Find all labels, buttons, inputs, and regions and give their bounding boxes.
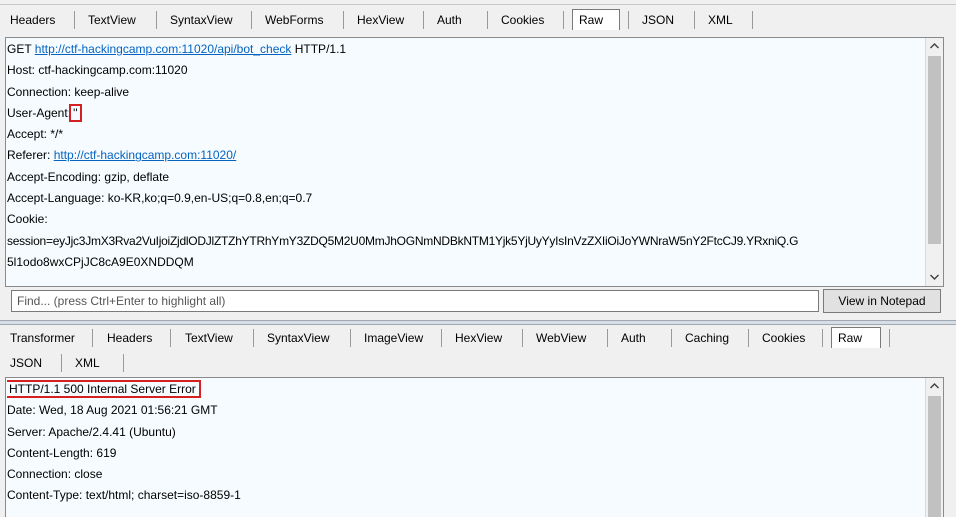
tab-separator xyxy=(251,11,252,29)
tab-separator xyxy=(343,11,344,29)
header-date: Date: Wed, 18 Aug 2021 01:56:21 GMT xyxy=(7,403,218,418)
request-vertical-scrollbar[interactable] xyxy=(925,38,943,286)
response-status-line: HTTP/1.1 500 Internal Server Error xyxy=(7,379,925,400)
response-vertical-scrollbar[interactable] xyxy=(925,378,943,517)
referer-url-link[interactable]: http://ctf-hackingcamp.com:11020/ xyxy=(54,148,237,162)
response-tab-transformer[interactable]: Transformer xyxy=(10,325,75,351)
tab-separator xyxy=(123,354,124,372)
tab-separator xyxy=(694,11,695,29)
view-in-notepad-button[interactable]: View in Notepad xyxy=(823,289,941,313)
header-content-length: Content-Length: 619 xyxy=(7,445,117,460)
header-user-agent: User-Agent: '' xyxy=(7,103,925,124)
tab-separator xyxy=(170,329,171,347)
tab-separator xyxy=(92,329,93,347)
user-agent-name: User-Agent: xyxy=(7,105,72,120)
request-tab-hexview[interactable]: HexView xyxy=(357,7,404,33)
request-raw-pane[interactable]: GET http://ctf-hackingcamp.com:11020/api… xyxy=(5,37,944,287)
request-method: GET xyxy=(7,42,32,56)
request-url-link[interactable]: http://ctf-hackingcamp.com:11020/api/bot… xyxy=(35,42,292,56)
find-bar: View in Notepad xyxy=(5,288,944,314)
response-raw-pane[interactable]: HTTP/1.1 500 Internal Server Error Date:… xyxy=(5,377,944,517)
tab-separator xyxy=(253,329,254,347)
response-tab-webview[interactable]: WebView xyxy=(536,325,586,351)
chevron-up-icon[interactable] xyxy=(926,378,943,395)
response-tabs: Transformer Headers TextView SyntaxView … xyxy=(0,325,956,351)
response-tab-cookies[interactable]: Cookies xyxy=(762,325,805,351)
tab-separator xyxy=(522,329,523,347)
response-tabs-row-2: JSON XML xyxy=(0,350,956,376)
tab-separator xyxy=(156,11,157,29)
tab-separator xyxy=(487,11,488,29)
response-tab-auth[interactable]: Auth xyxy=(621,325,646,351)
request-tab-webforms[interactable]: WebForms xyxy=(265,7,323,33)
cookie-session-line-2: 5l1odo8wxCPjJC8cA9E0XNDDQM xyxy=(7,254,194,269)
request-protocol: HTTP/1.1 xyxy=(294,42,347,56)
tab-separator xyxy=(628,11,629,29)
cookie-session-line-1: session=eyJjc3JmX3Rva2VuIjoiZjdlODJlZTZh… xyxy=(7,233,799,248)
referer-name: Referer: xyxy=(7,148,51,163)
tab-separator xyxy=(607,329,608,347)
response-tab-xml[interactable]: XML xyxy=(75,350,100,376)
header-connection: Connection: keep-alive xyxy=(7,84,130,99)
header-accept-encoding: Accept-Encoding: gzip, deflate xyxy=(7,169,170,184)
request-tab-textview[interactable]: TextView xyxy=(88,7,136,33)
request-tabs: Headers TextView SyntaxView WebForms Hex… xyxy=(0,7,956,33)
response-tab-caching[interactable]: Caching xyxy=(685,325,729,351)
request-tab-raw[interactable]: Raw xyxy=(572,9,620,30)
tab-separator xyxy=(61,354,62,372)
request-tab-syntaxview[interactable]: SyntaxView xyxy=(170,7,232,33)
request-tab-headers[interactable]: Headers xyxy=(10,7,55,33)
tab-separator xyxy=(74,11,75,29)
tab-separator xyxy=(671,329,672,347)
response-status-highlight: HTTP/1.1 500 Internal Server Error xyxy=(7,380,201,398)
cropped-toolbar-strip xyxy=(0,0,956,5)
request-tab-json[interactable]: JSON xyxy=(642,7,674,33)
header-connection: Connection: close xyxy=(7,467,103,482)
request-line: GET http://ctf-hackingcamp.com:11020/api… xyxy=(7,39,925,60)
header-host: Host: ctf-hackingcamp.com:11020 xyxy=(7,63,188,78)
tab-separator xyxy=(752,11,753,29)
header-accept-language: Accept-Language: ko-KR,ko;q=0.9,en-US;q=… xyxy=(7,191,313,206)
tab-separator xyxy=(441,329,442,347)
find-input[interactable] xyxy=(11,290,819,312)
response-tab-raw[interactable]: Raw xyxy=(831,327,881,348)
chevron-up-icon[interactable] xyxy=(926,38,943,55)
request-scroll-thumb[interactable] xyxy=(928,56,941,244)
response-tab-imageview[interactable]: ImageView xyxy=(364,325,423,351)
tab-separator xyxy=(748,329,749,347)
request-tab-xml[interactable]: XML xyxy=(708,7,733,33)
response-tab-headers[interactable]: Headers xyxy=(107,325,152,351)
tab-separator xyxy=(889,329,890,347)
request-tab-cookies[interactable]: Cookies xyxy=(501,7,544,33)
chevron-down-icon[interactable] xyxy=(926,269,943,286)
request-raw-text[interactable]: GET http://ctf-hackingcamp.com:11020/api… xyxy=(7,39,925,273)
header-cookie: Cookie: xyxy=(7,212,48,227)
request-tab-auth[interactable]: Auth xyxy=(437,7,462,33)
response-scroll-thumb[interactable] xyxy=(928,396,941,517)
response-tab-syntaxview[interactable]: SyntaxView xyxy=(267,325,329,351)
header-content-type: Content-Type: text/html; charset=iso-885… xyxy=(7,488,241,503)
header-accept: Accept: */* xyxy=(7,127,64,142)
tab-separator xyxy=(350,329,351,347)
tab-separator xyxy=(822,329,823,347)
header-referer: Referer: http://ctf-hackingcamp.com:1102… xyxy=(7,145,925,166)
user-agent-value-highlight: '' xyxy=(69,103,82,122)
response-tab-hexview[interactable]: HexView xyxy=(455,325,502,351)
response-tab-textview[interactable]: TextView xyxy=(185,325,233,351)
tab-separator xyxy=(563,11,564,29)
tab-separator xyxy=(423,11,424,29)
response-tab-json[interactable]: JSON xyxy=(10,350,42,376)
response-raw-text[interactable]: HTTP/1.1 500 Internal Server Error Date:… xyxy=(7,379,925,507)
header-server: Server: Apache/2.4.41 (Ubuntu) xyxy=(7,424,176,439)
